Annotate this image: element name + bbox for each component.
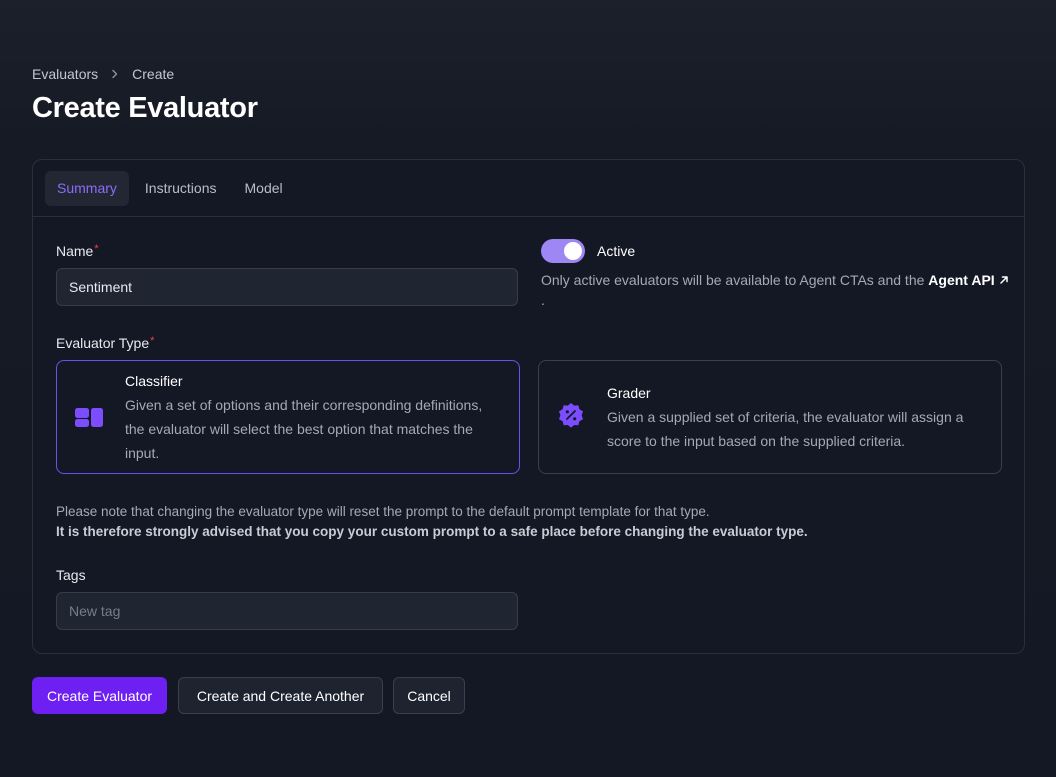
grader-title: Grader	[607, 385, 651, 401]
breadcrumb-item-create: Create	[132, 66, 175, 82]
evaluator-type-grader[interactable]: Grader Given a supplied set of criteria,…	[538, 360, 1002, 474]
evaluator-form-card: Summary Instructions Model Name* Active …	[32, 159, 1025, 654]
warning-line-1: Please note that changing the evaluator …	[56, 504, 710, 519]
tab-model[interactable]: Model	[233, 171, 295, 206]
active-label: Active	[597, 243, 636, 259]
tags-label: Tags	[56, 567, 86, 583]
agent-api-link-text: Agent API	[928, 272, 995, 288]
required-mark: *	[150, 335, 155, 347]
name-input[interactable]	[56, 268, 518, 306]
evaluator-type-label-text: Evaluator Type	[56, 335, 150, 351]
create-evaluator-button[interactable]: Create Evaluator	[32, 677, 167, 714]
active-help-body: Only active evaluators will be available…	[541, 272, 929, 288]
classifier-description: Given a set of options and their corresp…	[125, 397, 483, 461]
classifier-blocks-icon	[74, 403, 104, 433]
evaluator-type-warning: Please note that changing the evaluator …	[56, 502, 808, 542]
classifier-title: Classifier	[125, 373, 183, 389]
breadcrumb: Evaluators Create	[32, 66, 174, 82]
tab-bar: Summary Instructions Model	[33, 160, 1024, 217]
toggle-knob	[564, 242, 582, 260]
tags-input[interactable]	[56, 592, 518, 630]
required-mark: *	[94, 243, 99, 255]
page-title: Create Evaluator	[32, 92, 258, 124]
percent-badge-icon	[556, 401, 586, 431]
grader-description: Given a supplied set of criteria, the ev…	[607, 409, 964, 449]
active-help-text: Only active evaluators will be available…	[541, 270, 1011, 310]
warning-line-2: It is therefore strongly advised that yo…	[56, 524, 808, 539]
create-and-create-another-button[interactable]: Create and Create Another	[178, 677, 383, 714]
name-label-text: Name	[56, 243, 94, 259]
cancel-button[interactable]: Cancel	[393, 677, 465, 714]
chevron-right-icon	[108, 67, 122, 81]
tab-summary[interactable]: Summary	[45, 170, 129, 206]
evaluator-type-label: Evaluator Type*	[56, 335, 154, 351]
tab-instructions[interactable]: Instructions	[133, 171, 229, 206]
active-toggle[interactable]	[541, 239, 585, 263]
name-label: Name*	[56, 243, 99, 259]
active-help-suffix: .	[541, 292, 545, 308]
agent-api-link[interactable]: Agent API	[928, 272, 1008, 288]
breadcrumb-item-evaluators[interactable]: Evaluators	[32, 66, 98, 82]
external-arrow-icon	[999, 276, 1008, 284]
evaluator-type-classifier[interactable]: Classifier Given a set of options and th…	[56, 360, 520, 474]
